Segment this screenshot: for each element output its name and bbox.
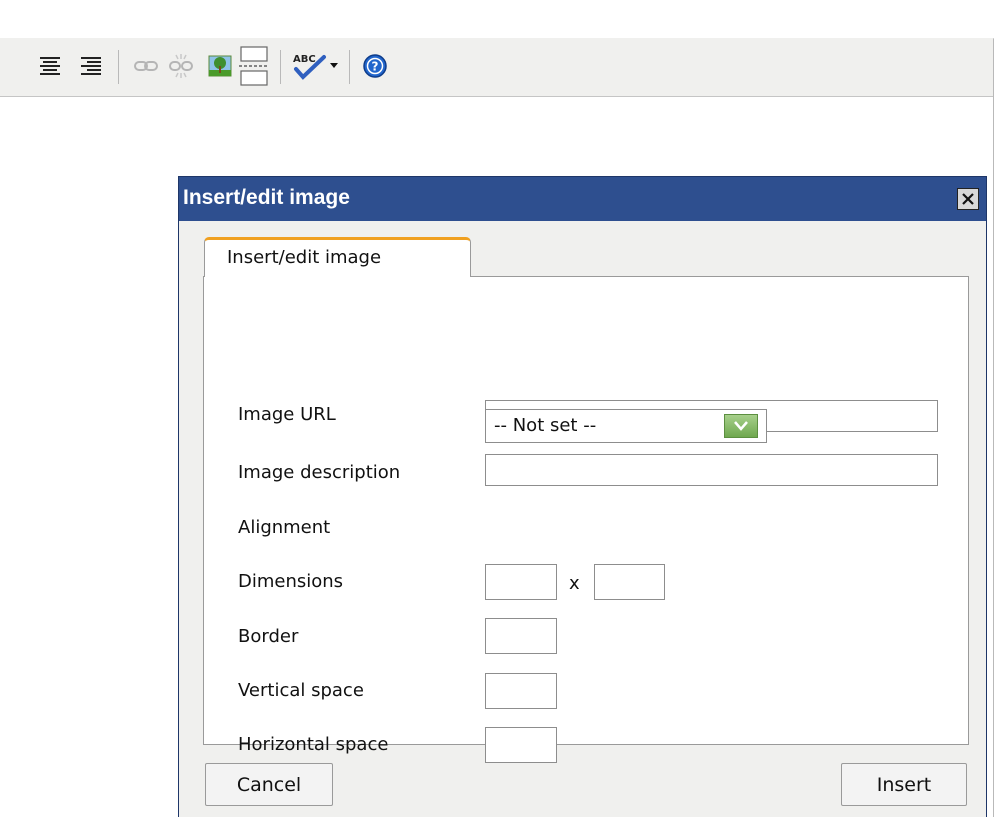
align-right-icon[interactable] [76, 51, 106, 81]
cancel-button[interactable]: Cancel [205, 763, 333, 806]
alignment-selected-value: -- Not set -- [494, 415, 597, 436]
border-label: Border [238, 626, 299, 647]
unlink-icon[interactable] [166, 51, 196, 81]
chevron-down-icon[interactable] [724, 414, 758, 438]
spellcheck-dropdown-icon[interactable] [326, 51, 342, 81]
image-url-label: Image URL [238, 404, 336, 425]
toolbar-separator [349, 50, 350, 84]
spellcheck-icon[interactable]: ABC [289, 51, 329, 81]
dialog-title: Insert/edit image [183, 186, 350, 209]
tab-insert-edit-image[interactable]: Insert/edit image [204, 237, 471, 277]
close-icon[interactable] [957, 188, 979, 210]
dimensions-label: Dimensions [238, 571, 344, 592]
toolbar-separator [280, 50, 281, 84]
horizontal-space-input[interactable] [485, 727, 557, 763]
dimensions-separator: x [569, 573, 580, 594]
toolbar-separator [118, 50, 119, 84]
editor-toolbar: ABC ? [0, 38, 993, 97]
form-panel: Image URL Image description Alignment --… [203, 276, 969, 763]
align-center-icon[interactable] [35, 51, 65, 81]
width-input[interactable] [485, 564, 557, 600]
page-break-icon[interactable] [239, 46, 269, 86]
border-input[interactable] [485, 618, 557, 654]
horizontal-space-label: Horizontal space [238, 734, 389, 755]
insert-image-dialog: Insert/edit image Insert/edit image Imag… [178, 176, 987, 817]
alignment-select[interactable]: -- Not set -- [485, 409, 767, 443]
editor-top-area [0, 0, 994, 39]
height-input[interactable] [594, 564, 665, 600]
image-description-input[interactable] [485, 454, 938, 486]
vertical-space-input[interactable] [485, 673, 557, 709]
tab-label: Insert/edit image [227, 247, 382, 268]
help-icon[interactable]: ? [360, 51, 390, 81]
dialog-title-bar[interactable]: Insert/edit image [179, 177, 986, 221]
svg-text:?: ? [372, 60, 379, 74]
vertical-space-label: Vertical space [238, 680, 364, 701]
alignment-label: Alignment [238, 517, 331, 538]
image-description-label: Image description [238, 462, 401, 483]
insert-button[interactable]: Insert [841, 763, 967, 806]
link-icon[interactable] [131, 51, 161, 81]
spellcheck-abc-label: ABC [293, 54, 316, 65]
image-icon[interactable] [205, 51, 235, 81]
